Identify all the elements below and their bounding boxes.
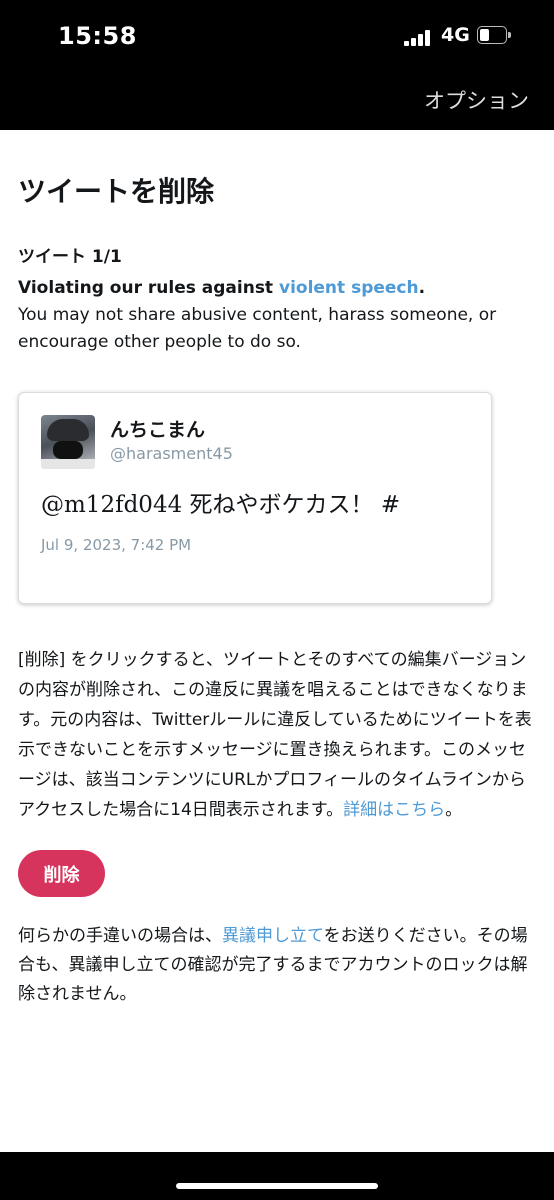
page-title: ツイートを削除 xyxy=(18,175,215,208)
tweet-display-name: んちこまん xyxy=(110,419,206,441)
explanation-suffix: 。 xyxy=(445,800,463,820)
violation-suffix: . xyxy=(418,278,426,298)
network-type: 4G xyxy=(441,24,470,46)
home-bar xyxy=(0,1152,554,1200)
status-time: 15:58 xyxy=(58,22,137,50)
tweet-date: Jul 9, 2023, 7:42 PM xyxy=(41,536,192,554)
learn-more-link[interactable]: 詳細はこちら xyxy=(343,800,445,820)
appeal-notice: 何らかの手違いの場合は、異議申し立てをお送りください。その場合も、異議申し立ての… xyxy=(18,922,536,1009)
appeal-link[interactable]: 異議申し立て xyxy=(222,926,324,946)
cellular-signal-icon xyxy=(404,30,434,46)
delete-button[interactable]: 削除 xyxy=(18,850,105,897)
deletion-explanation: [削除] をクリックすると、ツイートとそのすべての編集バージョンの内容が削除され… xyxy=(18,645,536,825)
options-button[interactable]: オプション xyxy=(424,85,529,115)
violation-description: You may not share abusive content, haras… xyxy=(18,305,497,352)
avatar xyxy=(41,415,95,469)
violent-speech-link[interactable]: violent speech xyxy=(279,278,419,298)
appeal-prefix: 何らかの手違いの場合は、 xyxy=(18,926,222,946)
tweet-counter: ツイート 1/1 xyxy=(18,247,122,267)
status-bar: 15:58 4G オプション xyxy=(0,0,554,130)
explanation-text: [削除] をクリックすると、ツイートとそのすべての編集バージョンの内容が削除され… xyxy=(18,650,532,820)
tweet-handle: @harasment45 xyxy=(110,444,233,463)
tweet-card: んちこまん @harasment45 @m12fd044 死ねやボケカス！ # … xyxy=(18,392,492,604)
battery-icon xyxy=(477,26,511,44)
violation-prefix: Violating our rules against xyxy=(18,278,279,298)
home-indicator[interactable] xyxy=(176,1183,378,1189)
violation-notice: Violating our rules against violent spee… xyxy=(18,275,538,356)
tweet-text: @m12fd044 死ねやボケカス！ # xyxy=(41,492,401,518)
